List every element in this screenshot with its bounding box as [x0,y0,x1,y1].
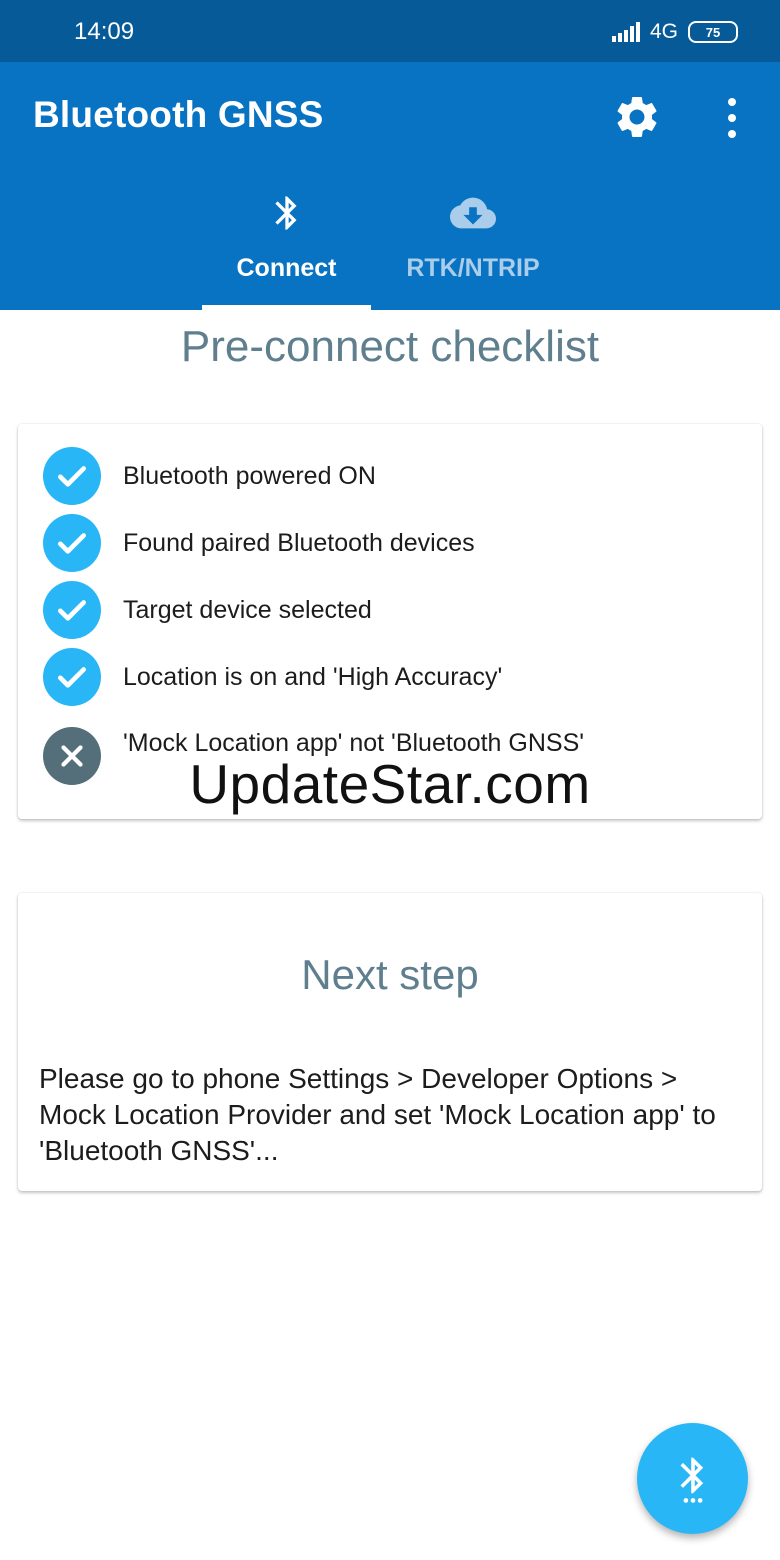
check-icon [43,581,101,639]
checklist-item-label: Bluetooth powered ON [123,461,376,490]
tab-indicator [202,305,371,310]
status-time: 14:09 [74,18,135,45]
checklist-item-label: Target device selected [123,595,372,624]
tab-rtk-ntrip[interactable]: RTK/NTRIP [385,182,561,310]
next-step-body: Please go to phone Settings > Developer … [39,1063,716,1166]
tab-connect-label: Connect [236,254,337,282]
app-title: Bluetooth GNSS [33,94,324,135]
checklist-item-label: Location is on and 'High Accuracy' [123,662,503,691]
app-bar: Bluetooth GNSS Connect RTK/NTRIP [0,62,780,310]
network-type: 4G [649,20,678,43]
more-options-button[interactable] [716,96,748,140]
check-icon [43,514,101,572]
gear-icon [617,96,657,137]
watermark: UpdateStar.com [189,753,591,815]
settings-button[interactable] [612,92,662,142]
tab-connect[interactable]: Connect [202,182,371,310]
check-icon [43,447,101,505]
next-step-title: Next step [301,951,479,998]
signal-icon [611,22,640,42]
cloud-download-icon [450,197,496,229]
bluetooth-connect-fab[interactable] [637,1423,748,1534]
checklist-item: Location is on and 'High Accuracy' [43,648,502,706]
tab-rtk-ntrip-label: RTK/NTRIP [406,254,540,282]
checklist-item: Found paired Bluetooth devices [43,514,475,572]
battery-icon: 75 [688,21,738,43]
more-vert-icon-dot [728,98,736,106]
checklist-item: Bluetooth powered ON [43,447,376,505]
next-step-card: Next step Please go to phone Settings > … [18,893,762,1191]
checklist-item: Target device selected [43,581,372,639]
checklist-title: Pre-connect checklist [180,322,600,371]
bluetooth-icon [274,196,297,230]
more-vert-icon-dot [728,114,736,122]
checklist-item-label: Found paired Bluetooth devices [123,528,475,557]
more-vert-icon-dot [728,130,736,138]
check-icon [43,648,101,706]
status-indicators: 4G 75 [611,18,738,46]
bluetooth-searching-icon [680,1457,703,1503]
status-bar: 14:09 4G 75 [0,0,780,62]
